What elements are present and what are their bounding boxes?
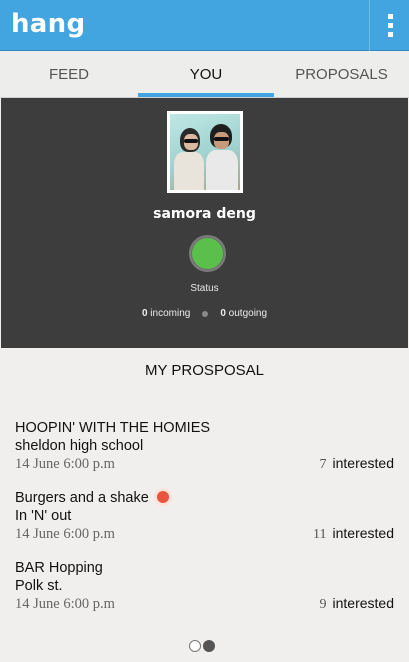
tab-you[interactable]: YOU (138, 51, 274, 98)
interested-count: 11 interested (313, 525, 394, 542)
menu-divider (369, 0, 370, 51)
section-title: MY PROSPOSAL (145, 362, 264, 379)
avatar-photo (170, 114, 240, 190)
interested-count: 7 interested (319, 455, 394, 472)
profile-name: samora deng (153, 206, 256, 222)
proposal-title: Burgers and a shake (15, 490, 149, 506)
active-tab-indicator (138, 93, 274, 97)
proposal-item[interactable]: HOOPIN' WITH THE HOMIES sheldon high sch… (15, 419, 394, 473)
status-label: Status (190, 283, 219, 294)
proposal-title: HOOPIN' WITH THE HOMIES (15, 420, 211, 436)
profile-panel: samora deng Status 0 incoming 0 outgoing (1, 98, 408, 348)
interested-count: 9 interested (319, 595, 394, 612)
new-activity-dot-icon (156, 491, 169, 503)
tab-feed[interactable]: FEED (0, 51, 138, 98)
page-dot-2[interactable] (203, 640, 215, 652)
outgoing-count[interactable]: 0 outgoing (220, 308, 267, 319)
proposal-item[interactable]: Burgers and a shake In 'N' out 14 June 6… (15, 489, 394, 543)
tab-bar: FEED YOU PROPOSALS (0, 51, 409, 98)
overflow-menu-icon[interactable] (372, 0, 409, 51)
avatar[interactable] (167, 111, 243, 193)
app-title: hang (11, 9, 86, 39)
status-indicator (192, 238, 223, 269)
proposal-item[interactable]: BAR Hopping Polk st. 14 June 6:00 p.m 9i… (15, 559, 394, 613)
proposal-place: In 'N' out (15, 508, 72, 524)
proposal-place: Polk st. (15, 578, 63, 594)
page-dot-1[interactable] (189, 640, 201, 652)
page-indicator (189, 640, 215, 652)
proposal-title: BAR Hopping (15, 560, 103, 576)
status-toggle[interactable] (189, 235, 226, 272)
count-separator (202, 310, 209, 317)
tab-proposals[interactable]: PROPOSALS (274, 51, 409, 98)
proposal-place: sheldon high school (15, 438, 144, 454)
incoming-count[interactable]: 0 incoming (142, 308, 190, 319)
request-counts: 0 incoming 0 outgoing (1, 308, 408, 319)
app-bar: hang (0, 0, 409, 51)
proposal-title-row: Burgers and a shake (15, 489, 394, 507)
